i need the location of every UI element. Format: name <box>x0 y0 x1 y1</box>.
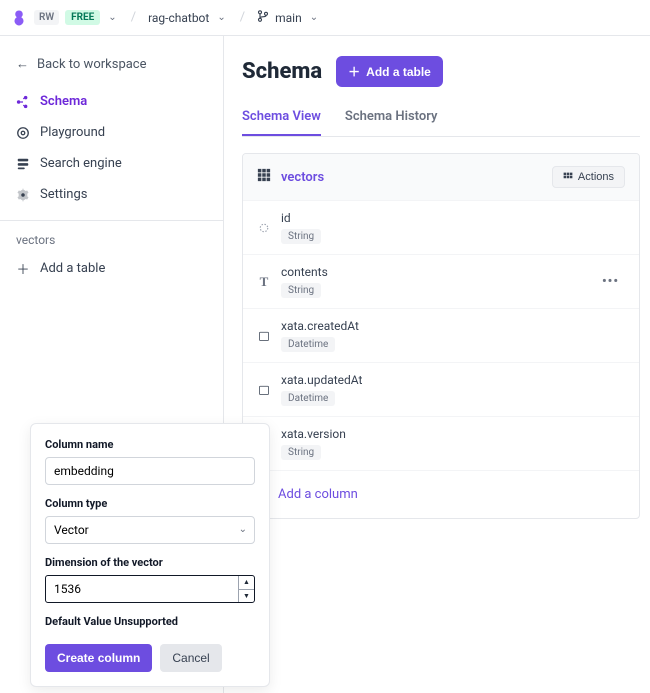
datetime-icon <box>257 329 271 343</box>
column-row[interactable]: T xata.version String <box>243 416 639 470</box>
number-spinner: ▲ ▼ <box>238 576 254 602</box>
sidebar-item-settings[interactable]: Settings <box>0 179 223 210</box>
sidebar-item-label: Playground <box>40 125 105 140</box>
plus-icon: ＋ <box>16 262 30 276</box>
column-name-input[interactable] <box>45 457 255 485</box>
datetime-icon <box>257 383 271 397</box>
table-header: vectors Actions <box>243 154 639 200</box>
column-name: xata.version <box>281 427 346 441</box>
table-card: vectors Actions id String T <box>242 153 640 519</box>
add-column-button[interactable]: ＋ Add a column <box>243 470 639 518</box>
page-title: Schema <box>242 59 322 84</box>
add-column-label: Add a column <box>278 487 358 502</box>
column-type-pill: String <box>281 445 321 460</box>
table-icon <box>257 168 271 186</box>
sidebar-add-table[interactable]: ＋ Add a table <box>0 253 223 284</box>
vector-dimension-label: Dimension of the vector <box>45 556 255 569</box>
chevron-down-icon[interactable]: ⌄ <box>310 12 318 23</box>
plus-icon: ＋ <box>348 63 360 80</box>
column-type-pill: String <box>281 283 321 298</box>
more-icon[interactable]: ••• <box>602 274 619 289</box>
spinner-up[interactable]: ▲ <box>239 576 254 589</box>
tab-schema-history[interactable]: Schema History <box>345 101 438 136</box>
sidebar-add-table-label: Add a table <box>40 261 105 276</box>
cancel-button[interactable]: Cancel <box>160 644 221 672</box>
create-column-button[interactable]: Create column <box>45 644 152 672</box>
branch-icon <box>257 10 269 26</box>
tab-schema-view[interactable]: Schema View <box>242 101 321 136</box>
column-name: contents <box>281 265 328 279</box>
back-to-workspace-link[interactable]: ← Back to workspace <box>0 48 223 80</box>
workspace-badge[interactable]: RW <box>34 10 59 25</box>
plan-badge: FREE <box>65 10 100 25</box>
playground-icon <box>16 126 30 140</box>
column-type-pill: Datetime <box>281 337 335 352</box>
breadcrumb-separator: / <box>240 10 245 25</box>
column-name: xata.updatedAt <box>281 373 362 387</box>
vector-dimension-input[interactable] <box>45 575 255 603</box>
add-column-popover: Column name Column type Vector ⌄ Dimensi… <box>30 423 270 687</box>
main-content: Schema ＋ Add a table Schema View Schema … <box>224 36 650 693</box>
id-icon <box>257 221 271 235</box>
arrow-left-icon: ← <box>16 56 29 72</box>
sidebar-item-label: Schema <box>40 94 87 109</box>
column-name-label: Column name <box>45 438 255 451</box>
column-name: id <box>281 211 321 225</box>
topbar: RW FREE ⌄ / rag-chatbot ⌄ / main ⌄ <box>0 0 650 36</box>
table-name[interactable]: vectors <box>281 170 324 185</box>
sidebar-item-label: Settings <box>40 187 87 202</box>
column-row[interactable]: xata.createdAt Datetime <box>243 308 639 362</box>
column-name: xata.createdAt <box>281 319 359 333</box>
schema-icon <box>16 95 30 109</box>
actions-label: Actions <box>578 171 614 183</box>
column-type-label: Column type <box>45 497 255 510</box>
sidebar-item-search-engine[interactable]: Search engine <box>0 148 223 179</box>
chevron-down-icon[interactable]: ⌄ <box>108 12 116 23</box>
back-label: Back to workspace <box>37 57 147 72</box>
add-table-button[interactable]: ＋ Add a table <box>336 56 443 87</box>
branch-crumb[interactable]: main <box>275 11 302 25</box>
column-type-pill: String <box>281 229 321 244</box>
spinner-down[interactable]: ▼ <box>239 589 254 603</box>
column-row[interactable]: xata.updatedAt Datetime <box>243 362 639 416</box>
text-icon: T <box>257 275 271 289</box>
search-engine-icon <box>16 157 30 171</box>
column-row[interactable]: T contents String ••• <box>243 254 639 308</box>
column-row[interactable]: id String <box>243 200 639 254</box>
sidebar-item-schema[interactable]: Schema <box>0 86 223 117</box>
table-actions-button[interactable]: Actions <box>552 166 625 188</box>
default-value-hint: Default Value Unsupported <box>45 615 255 628</box>
add-table-button-label: Add a table <box>366 65 431 79</box>
logo-icon[interactable] <box>10 9 28 27</box>
column-type-pill: Datetime <box>281 391 335 406</box>
tabs: Schema View Schema History <box>242 101 640 137</box>
gear-icon <box>16 188 30 202</box>
breadcrumb-separator: / <box>131 10 136 25</box>
sidebar-item-playground[interactable]: Playground <box>0 117 223 148</box>
column-type-select[interactable]: Vector <box>45 516 255 544</box>
chevron-down-icon[interactable]: ⌄ <box>217 12 225 23</box>
sidebar-item-label: Search engine <box>40 156 122 171</box>
project-crumb[interactable]: rag-chatbot <box>148 11 209 25</box>
sidebar-table-ref[interactable]: vectors <box>0 227 223 253</box>
